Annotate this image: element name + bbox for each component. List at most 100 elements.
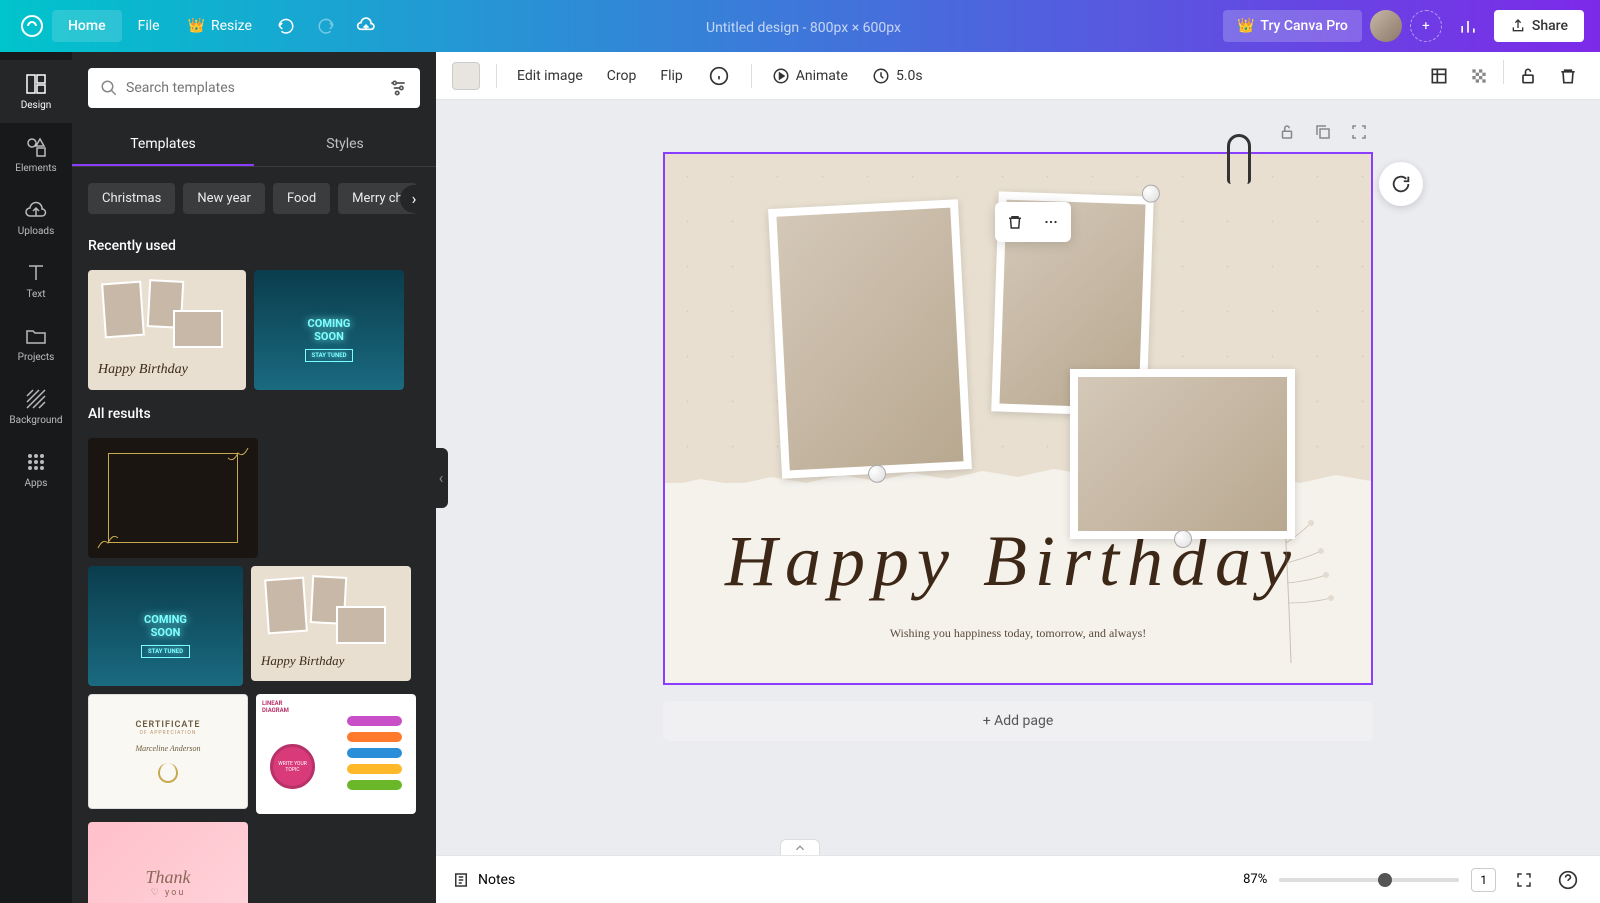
sidebar-item-background[interactable]: Background	[0, 375, 72, 438]
insights-button[interactable]	[1450, 8, 1486, 44]
sidebar-label: Elements	[15, 163, 56, 174]
lock-button[interactable]	[1512, 60, 1544, 92]
crown-icon: 👑	[188, 18, 205, 34]
canvas-area: Edit image Crop Flip Animate 5.0s	[436, 52, 1600, 903]
page-controls	[663, 120, 1373, 148]
panel-scroll[interactable]: Christmas New year Food Merry ch › Recen…	[72, 167, 436, 903]
context-toolbar: Edit image Crop Flip Animate 5.0s	[436, 52, 1600, 100]
file-button[interactable]: File	[126, 10, 172, 42]
icon-sidebar: Design Elements Uploads Text Projects Ba…	[0, 52, 72, 903]
chip-christmas[interactable]: Christmas	[88, 183, 175, 214]
resize-button[interactable]: 👑 Resize	[176, 10, 264, 42]
sidebar-label: Text	[26, 289, 45, 300]
top-bar-left: Home File 👑 Resize	[16, 8, 384, 44]
bottom-right: 87% 1	[1243, 864, 1584, 896]
chip-scroll-right[interactable]: ›	[400, 185, 428, 213]
crop-button[interactable]: Crop	[603, 62, 641, 90]
template-diagram[interactable]: LINEAR DIAGRAM WRITE YOURTOPIC	[256, 694, 416, 814]
delete-button[interactable]	[1552, 60, 1584, 92]
canvas-page[interactable]: Happy Birthday Wishing you happiness tod…	[663, 152, 1373, 685]
share-button[interactable]: Share	[1494, 10, 1584, 42]
paper-clip	[1227, 134, 1251, 184]
divider	[1503, 60, 1504, 84]
filter-icon[interactable]	[388, 78, 408, 98]
template-coming-soon-2[interactable]: COMING SOON STAY TUNED	[88, 566, 243, 686]
animate-button[interactable]: Animate	[768, 61, 852, 91]
crown-icon: 👑	[1237, 18, 1254, 34]
user-avatar[interactable]	[1370, 10, 1402, 42]
transparency-button[interactable]	[1463, 60, 1495, 92]
divider	[751, 64, 752, 88]
template-black-gold[interactable]	[88, 438, 258, 558]
main-area: Design Elements Uploads Text Projects Ba…	[0, 52, 1600, 903]
element-delete-button[interactable]	[999, 206, 1031, 238]
edit-image-button[interactable]: Edit image	[513, 62, 587, 90]
redo-button[interactable]	[308, 8, 344, 44]
sidebar-item-uploads[interactable]: Uploads	[0, 186, 72, 249]
page-lock-button[interactable]	[1273, 120, 1301, 148]
add-collaborator-button[interactable]: +	[1410, 10, 1442, 42]
zoom-thumb[interactable]	[1378, 873, 1392, 887]
element-floating-controls	[995, 202, 1071, 242]
home-button[interactable]: Home	[52, 10, 122, 42]
undo-button[interactable]	[268, 8, 304, 44]
fullscreen-button[interactable]	[1508, 864, 1540, 896]
sidebar-item-elements[interactable]: Elements	[0, 123, 72, 186]
sidebar-label: Projects	[18, 352, 55, 363]
template-coming-soon[interactable]: COMING SOON STAY TUNED	[254, 270, 404, 390]
canvas-wrapper: Happy Birthday Wishing you happiness tod…	[436, 100, 1600, 855]
templates-panel: Templates Styles Christmas New year Food…	[72, 52, 436, 903]
sidebar-item-projects[interactable]: Projects	[0, 312, 72, 375]
photo-3	[1078, 377, 1287, 531]
photo-1	[776, 208, 963, 471]
zoom-slider[interactable]	[1279, 878, 1459, 882]
flip-button[interactable]: Flip	[656, 62, 686, 90]
collapse-up-handle[interactable]	[780, 839, 820, 855]
panel-collapse-handle[interactable]: ‹	[434, 448, 448, 508]
element-more-button[interactable]	[1035, 206, 1067, 238]
try-pro-button[interactable]: 👑 Try Canva Pro	[1223, 10, 1362, 42]
template-certificate[interactable]: CERTIFICATE OF APPRECIATION Marceline An…	[88, 694, 248, 809]
search-bar	[88, 68, 420, 108]
duration-label: 5.0s	[896, 68, 923, 84]
context-right	[1423, 60, 1584, 92]
color-swatch[interactable]	[452, 62, 480, 90]
document-title[interactable]: Untitled design - 800px × 600px	[706, 20, 901, 36]
photo-frame-3[interactable]	[1070, 369, 1295, 539]
position-button[interactable]	[1423, 60, 1455, 92]
tag-chips: Christmas New year Food Merry ch ›	[72, 167, 436, 230]
help-button[interactable]	[1552, 864, 1584, 896]
sidebar-item-design[interactable]: Design	[0, 60, 72, 123]
sidebar-item-apps[interactable]: Apps	[0, 438, 72, 501]
sidebar-label: Design	[21, 100, 52, 111]
add-page-button[interactable]: + Add page	[663, 701, 1373, 741]
chip-food[interactable]: Food	[273, 183, 330, 214]
page-duplicate-button[interactable]	[1309, 120, 1337, 148]
notes-button[interactable]: Notes	[452, 871, 515, 889]
logo-icon[interactable]	[16, 10, 48, 42]
sidebar-label: Apps	[25, 478, 48, 489]
notes-icon	[452, 871, 470, 889]
photo-pin	[1142, 184, 1161, 203]
photo-frame-1[interactable]	[768, 199, 972, 479]
cloud-sync-button[interactable]	[348, 8, 384, 44]
sidebar-label: Uploads	[18, 226, 54, 237]
share-label: Share	[1532, 18, 1568, 34]
birthday-subtitle[interactable]: Wishing you happiness today, tomorrow, a…	[890, 626, 1147, 641]
notes-label: Notes	[478, 872, 515, 888]
page-indicator[interactable]: 1	[1471, 868, 1496, 892]
zoom-percent: 87%	[1243, 872, 1267, 887]
template-thanks[interactable]: Thank ♡ you	[88, 822, 248, 903]
info-button[interactable]	[703, 60, 735, 92]
tab-styles[interactable]: Styles	[254, 124, 436, 166]
refresh-fab-button[interactable]	[1379, 162, 1423, 206]
search-input[interactable]	[118, 80, 388, 96]
tab-templates[interactable]: Templates	[72, 124, 254, 166]
template-birthday-2[interactable]: Happy Birthday	[251, 566, 411, 681]
chip-newyear[interactable]: New year	[183, 183, 265, 214]
page-expand-button[interactable]	[1345, 120, 1373, 148]
template-birthday[interactable]: Happy Birthday	[88, 270, 246, 390]
duration-button[interactable]: 5.0s	[868, 61, 927, 91]
section-recently-used: Recently used	[72, 230, 436, 262]
sidebar-item-text[interactable]: Text	[0, 249, 72, 312]
